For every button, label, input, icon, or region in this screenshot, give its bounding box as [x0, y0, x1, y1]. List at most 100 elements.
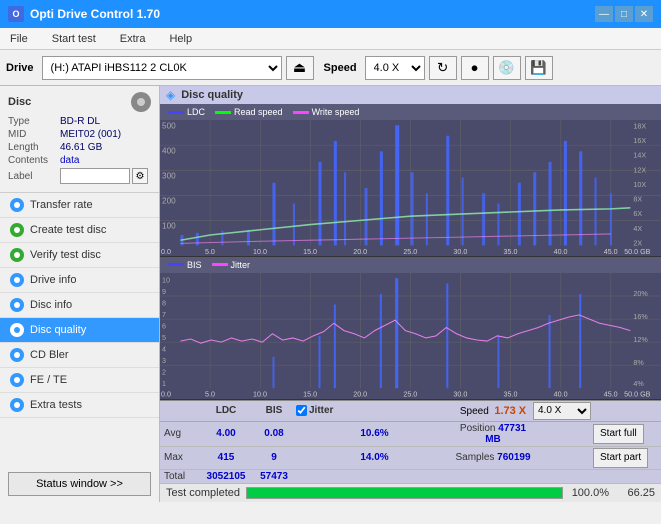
svg-text:16%: 16%: [633, 312, 648, 321]
disc-length-field: Length 46.61 GB: [8, 142, 151, 153]
label-label: Label: [8, 171, 60, 182]
menu-file[interactable]: File: [4, 31, 34, 47]
label-input[interactable]: [60, 168, 130, 184]
maximize-button[interactable]: □: [615, 6, 633, 22]
avg-jitter: 10.6%: [296, 428, 453, 439]
svg-text:14X: 14X: [633, 151, 646, 160]
ldc-header: LDC: [200, 405, 252, 416]
save-button[interactable]: 💾: [525, 56, 553, 80]
speed-select[interactable]: 4.0 X: [365, 56, 425, 80]
media-button[interactable]: 💿: [493, 56, 521, 80]
status-btn-container: Status window >>: [8, 472, 151, 496]
total-ldc: 3052105: [200, 471, 252, 482]
sidebar-item-transfer-rate[interactable]: Transfer rate: [0, 193, 159, 218]
sidebar-item-drive-info[interactable]: Drive info: [0, 268, 159, 293]
bottom-chart-svg-container: 10 9 8 7 6 5 4 3 2 1 20% 16% 12%: [160, 273, 661, 399]
close-button[interactable]: ✕: [635, 6, 653, 22]
svg-text:10X: 10X: [633, 180, 646, 189]
svg-text:5.0: 5.0: [205, 247, 215, 256]
speed-label: Speed: [324, 62, 357, 74]
svg-text:16X: 16X: [633, 136, 646, 145]
menu-help[interactable]: Help: [163, 31, 198, 47]
svg-text:35.0: 35.0: [504, 247, 518, 256]
status-window-button[interactable]: Status window >>: [8, 472, 151, 496]
start-full-btn-cell: Start full: [593, 424, 657, 444]
total-label: Total: [164, 471, 200, 482]
svg-text:0.0: 0.0: [161, 389, 171, 398]
sidebar-item-disc-info[interactable]: Disc info: [0, 293, 159, 318]
top-chart-svg-container: 500 400 300 200 100 18X 16X 14X 12X 10X …: [160, 120, 661, 256]
svg-text:15.0: 15.0: [303, 247, 317, 256]
svg-text:8: 8: [162, 298, 166, 307]
extra-tests-icon: [10, 398, 24, 412]
bis-color: [168, 263, 184, 266]
eject-button[interactable]: ⏏: [286, 56, 314, 80]
sidebar-item-create-test-disc[interactable]: Create test disc: [0, 218, 159, 243]
app-title: Opti Drive Control 1.70: [30, 7, 160, 21]
type-label: Type: [8, 116, 60, 127]
jitter-checkbox[interactable]: [296, 405, 307, 416]
bottom-chart-panel: BIS Jitter: [160, 257, 661, 400]
sidebar-item-cd-bler[interactable]: CD Bler: [0, 343, 159, 368]
svg-text:20.0: 20.0: [353, 389, 367, 398]
sidebar: Disc Type BD-R DL MID MEIT02 (001) Lengt…: [0, 86, 160, 502]
sidebar-item-extra-tests[interactable]: Extra tests: [0, 393, 159, 418]
minimize-button[interactable]: —: [595, 6, 613, 22]
bis-header: BIS: [252, 405, 296, 416]
speed-select-2[interactable]: 4.0 X: [533, 402, 591, 420]
svg-text:40.0: 40.0: [554, 389, 568, 398]
avg-label: Avg: [164, 428, 200, 439]
svg-text:3: 3: [162, 356, 166, 365]
chart-header: ◈ Disc quality: [160, 86, 661, 104]
label-btn[interactable]: ⚙: [132, 168, 148, 184]
disc-contents-field: Contents data: [8, 155, 151, 166]
jitter-color: [212, 263, 228, 266]
drive-info-icon: [10, 273, 24, 287]
max-bis: 9: [252, 452, 296, 463]
mid-label: MID: [8, 129, 60, 140]
svg-text:400: 400: [162, 146, 176, 155]
svg-text:50.0 GB: 50.0 GB: [624, 247, 650, 256]
progress-track: [246, 487, 563, 499]
svg-text:5.0: 5.0: [205, 389, 215, 398]
burn-button[interactable]: ●: [461, 56, 489, 80]
svg-text:12%: 12%: [633, 335, 648, 344]
svg-text:15.0: 15.0: [303, 389, 317, 398]
title-bar: O Opti Drive Control 1.70 — □ ✕: [0, 0, 661, 28]
content-area: ◈ Disc quality LDC Read speed: [160, 86, 661, 502]
legend-bis: BIS: [168, 260, 202, 270]
top-chart-svg: 500 400 300 200 100 18X 16X 14X 12X 10X …: [160, 120, 661, 256]
legend-read: Read speed: [215, 107, 283, 117]
progress-fill: [247, 488, 562, 498]
legend-jitter: Jitter: [212, 260, 251, 270]
stats-area: LDC BIS Jitter Speed 1.73 X 4.0 X: [160, 400, 661, 483]
sidebar-item-disc-quality[interactable]: Disc quality: [0, 318, 159, 343]
chart-header-icon: ◈: [166, 88, 175, 102]
menu-extra[interactable]: Extra: [114, 31, 152, 47]
svg-text:45.0: 45.0: [604, 389, 618, 398]
svg-text:20%: 20%: [633, 289, 648, 298]
refresh-button[interactable]: ↻: [429, 56, 457, 80]
menu-start-test[interactable]: Start test: [46, 31, 102, 47]
stats-avg-row: Avg 4.00 0.08 10.6% Position 47731 MB St…: [160, 422, 661, 447]
disc-quality-icon: [10, 323, 24, 337]
sidebar-item-verify-test-disc[interactable]: Verify test disc: [0, 243, 159, 268]
start-full-button[interactable]: Start full: [593, 424, 644, 444]
jitter-checkbox-area: Jitter: [296, 405, 453, 416]
cd-bler-icon: [10, 348, 24, 362]
svg-text:45.0: 45.0: [604, 247, 618, 256]
max-jitter: 14.0%: [296, 452, 453, 463]
jitter-header: Jitter: [309, 405, 333, 416]
svg-text:4%: 4%: [633, 379, 644, 388]
start-part-button[interactable]: Start part: [593, 448, 648, 468]
status-text: Test completed: [166, 487, 240, 499]
stats-max-row: Max 415 9 14.0% Samples 760199 Start par…: [160, 447, 661, 470]
legend-ldc: LDC: [168, 107, 205, 117]
svg-text:12X: 12X: [633, 165, 646, 174]
drive-select[interactable]: (H:) ATAPI iHBS112 2 CL0K: [42, 56, 282, 80]
svg-text:8%: 8%: [633, 358, 644, 367]
sidebar-item-fe-te[interactable]: FE / TE: [0, 368, 159, 393]
speed-header: Speed 1.73 X: [453, 405, 533, 417]
svg-text:6X: 6X: [633, 209, 642, 218]
create-test-disc-icon: [10, 223, 24, 237]
